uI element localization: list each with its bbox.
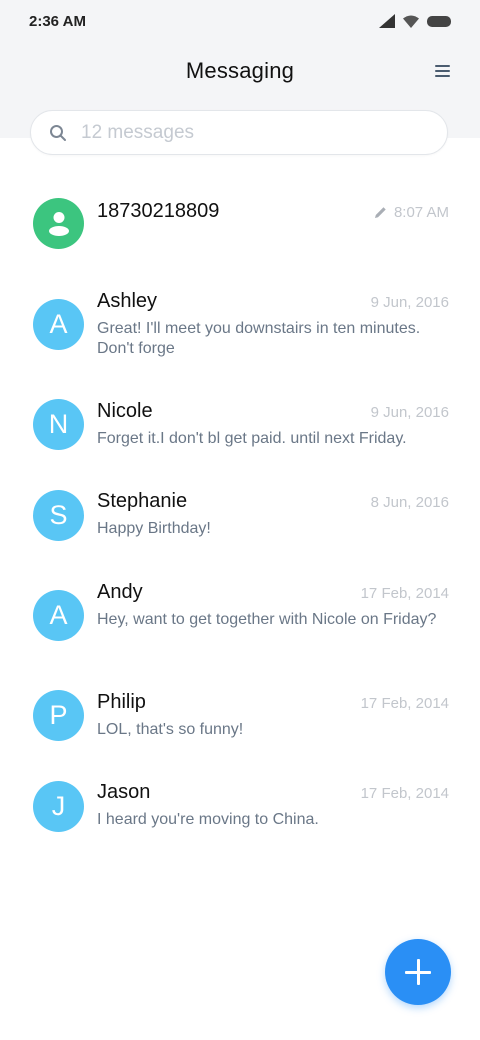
- avatar: S: [33, 490, 84, 541]
- message-preview: LOL, that's so funny!: [97, 721, 244, 738]
- message-date: 17 Feb, 2014: [360, 695, 449, 712]
- status-bar: 2:36 AM: [0, 0, 480, 44]
- message-preview: Happy Birthday!: [97, 520, 211, 537]
- battery-icon: [427, 15, 451, 27]
- conversation-item[interactable]: 18730218809 8:07 AM: [0, 198, 480, 270]
- search-input[interactable]: [81, 111, 421, 154]
- search-icon: [49, 124, 67, 142]
- contact-name: Ashley: [97, 290, 158, 312]
- avatar: [33, 198, 84, 249]
- message-date-text: 8:07 AM: [393, 204, 449, 221]
- contact-name: 18730218809: [97, 200, 220, 222]
- contact-name: Stephanie: [97, 490, 188, 512]
- new-message-button[interactable]: [385, 939, 451, 1005]
- conversation-item[interactable]: N Nicole 9 Jun, 2016 Forget it.I don't b…: [0, 399, 480, 460]
- page-title: Messaging: [185, 58, 295, 83]
- message-preview: Hey, want to get together with Nicole on…: [97, 611, 437, 628]
- conversation-item[interactable]: A Andy 17 Feb, 2014 Hey, want to get tog…: [0, 581, 480, 661]
- pencil-icon: [374, 206, 387, 219]
- signal-icon: [379, 14, 395, 28]
- message-date: 9 Jun, 2016: [370, 294, 449, 311]
- message-date: 17 Feb, 2014: [360, 585, 449, 602]
- contact-name: Andy: [97, 581, 143, 603]
- avatar: A: [33, 299, 84, 350]
- menu-icon[interactable]: [434, 62, 452, 80]
- avatar: N: [33, 399, 84, 450]
- avatar: J: [33, 781, 84, 832]
- person-icon: [33, 210, 84, 236]
- message-preview: Great! I'll meet you downstairs in ten m…: [97, 320, 421, 357]
- conversation-item[interactable]: J Jason 17 Feb, 2014 I heard you're movi…: [0, 781, 480, 841]
- search-box[interactable]: [30, 110, 448, 155]
- conversation-item[interactable]: S Stephanie 8 Jun, 2016 Happy Birthday!: [0, 490, 480, 550]
- contact-name: Jason: [97, 781, 151, 803]
- wifi-icon: [403, 15, 419, 28]
- contact-name: Philip: [97, 691, 146, 713]
- avatar: A: [33, 590, 84, 641]
- contact-name: Nicole: [97, 400, 153, 422]
- status-time: 2:36 AM: [29, 13, 86, 30]
- message-date: 17 Feb, 2014: [360, 785, 449, 802]
- message-date: 9 Jun, 2016: [370, 404, 449, 421]
- app-header: Messaging: [0, 52, 480, 94]
- message-preview: Forget it.I don't bl get paid. until nex…: [97, 430, 407, 447]
- conversation-item[interactable]: A Ashley 9 Jun, 2016 Great! I'll meet yo…: [0, 290, 480, 370]
- conversation-item[interactable]: P Philip 17 Feb, 2014 LOL, that's so fun…: [0, 690, 480, 751]
- message-date: 8:07 AM: [374, 204, 449, 221]
- messaging-screen: 2:36 AM Messaging 12 messages 1873021880…: [0, 0, 480, 1040]
- message-preview: I heard you're moving to China.: [97, 811, 319, 828]
- avatar: P: [33, 690, 84, 741]
- status-icons: [379, 13, 451, 29]
- message-date: 8 Jun, 2016: [370, 494, 449, 511]
